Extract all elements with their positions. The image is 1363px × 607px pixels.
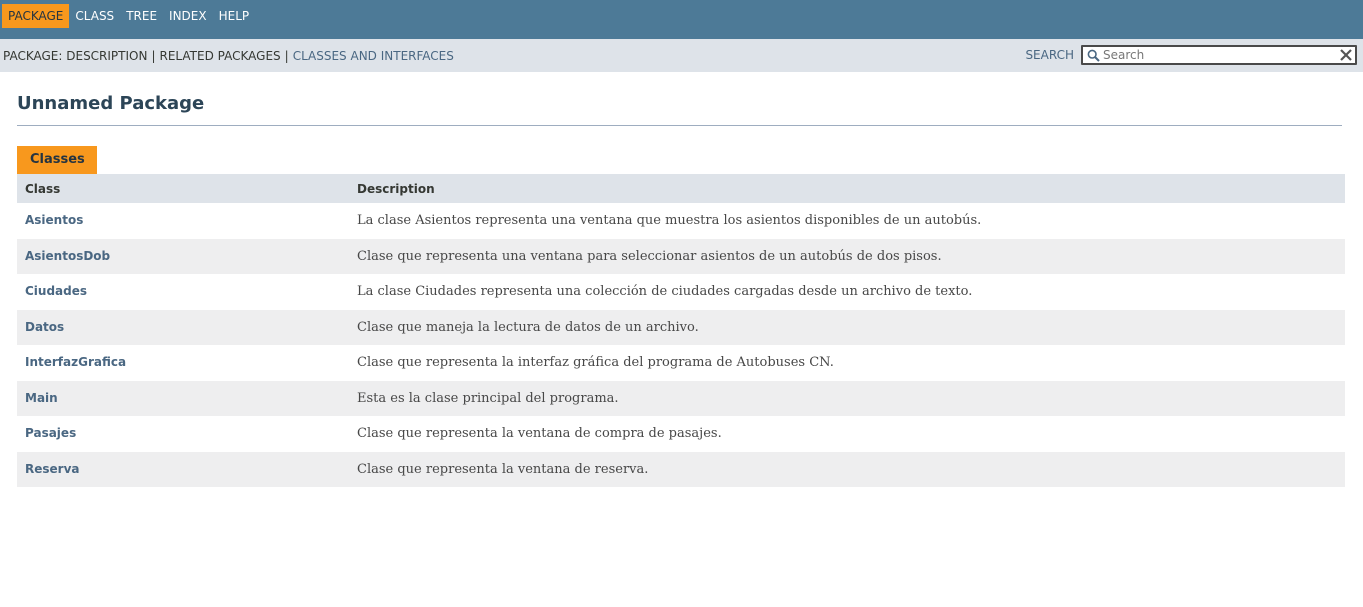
class-description: La clase Ciudades representa una colecci… <box>349 274 1345 310</box>
class-description: Esta es la clase principal del programa. <box>349 380 1345 416</box>
search-label: SEARCH <box>1025 48 1074 62</box>
page-title: Unnamed Package <box>17 93 1342 126</box>
classes-caption-tab: Classes <box>17 146 97 174</box>
class-description: La clase Asientos representa una ventana… <box>349 203 1345 239</box>
main-content: Unnamed Package Classes Class Descriptio… <box>0 93 1363 487</box>
class-description: Clase que maneja la lectura de datos de … <box>349 309 1345 345</box>
nav-tree[interactable]: TREE <box>120 4 163 28</box>
class-link[interactable]: Pasajes <box>25 426 76 440</box>
column-header-class: Class <box>17 174 349 203</box>
separator: | <box>284 48 289 63</box>
table-row: Datos Clase que maneja la lectura de dat… <box>17 309 1345 345</box>
table-row: Ciudades La clase Ciudades representa un… <box>17 274 1345 310</box>
table-row: Main Esta es la clase principal del prog… <box>17 380 1345 416</box>
table-row: AsientosDob Clase que representa una ven… <box>17 238 1345 274</box>
nav-class[interactable]: CLASS <box>69 4 120 28</box>
class-link[interactable]: Reserva <box>25 462 80 476</box>
search-input[interactable] <box>1101 48 1339 62</box>
table-row: Reserva Clase que representa la ventana … <box>17 451 1345 487</box>
class-description: Clase que representa la ventana de reser… <box>349 451 1345 487</box>
magnifier-icon <box>1085 47 1101 63</box>
close-icon[interactable] <box>1339 48 1353 62</box>
table-header-row: Class Description <box>17 174 1345 203</box>
classes-and-interfaces-link[interactable]: CLASSES AND INTERFACES <box>293 49 454 63</box>
class-description: Clase que representa la ventana de compr… <box>349 416 1345 452</box>
class-link[interactable]: Datos <box>25 320 64 334</box>
classes-table: Class Description Asientos La clase Asie… <box>17 174 1345 487</box>
nav-index[interactable]: INDEX <box>163 4 213 28</box>
class-description: Clase que representa la interfaz gráfica… <box>349 345 1345 381</box>
nav-package[interactable]: PACKAGE <box>2 4 70 28</box>
nav-help[interactable]: HELP <box>213 4 256 28</box>
class-link[interactable]: AsientosDob <box>25 249 110 263</box>
column-header-description: Description <box>349 174 1345 203</box>
class-description: Clase que representa una ventana para se… <box>349 238 1345 274</box>
related-packages-label: RELATED PACKAGES <box>159 48 281 63</box>
search-area: SEARCH <box>1025 45 1357 65</box>
separator: | <box>151 48 156 63</box>
package-description-label: PACKAGE: DESCRIPTION <box>3 48 148 63</box>
sub-nav-links: PACKAGE: DESCRIPTION | RELATED PACKAGES | CL… <box>3 49 454 63</box>
class-link[interactable]: InterfazGrafica <box>25 355 126 369</box>
class-link[interactable]: Main <box>25 391 58 405</box>
class-link[interactable]: Ciudades <box>25 284 87 298</box>
sub-nav-bar: PACKAGE: DESCRIPTION | RELATED PACKAGES | CL… <box>0 39 1363 72</box>
table-row: InterfazGrafica Clase que representa la … <box>17 345 1345 381</box>
class-link[interactable]: Asientos <box>25 213 83 227</box>
table-row: Asientos La clase Asientos representa un… <box>17 203 1345 239</box>
table-row: Pasajes Clase que representa la ventana … <box>17 416 1345 452</box>
top-nav-bar: PACKAGE CLASS TREE INDEX HELP <box>0 0 1363 39</box>
search-box <box>1081 45 1357 65</box>
